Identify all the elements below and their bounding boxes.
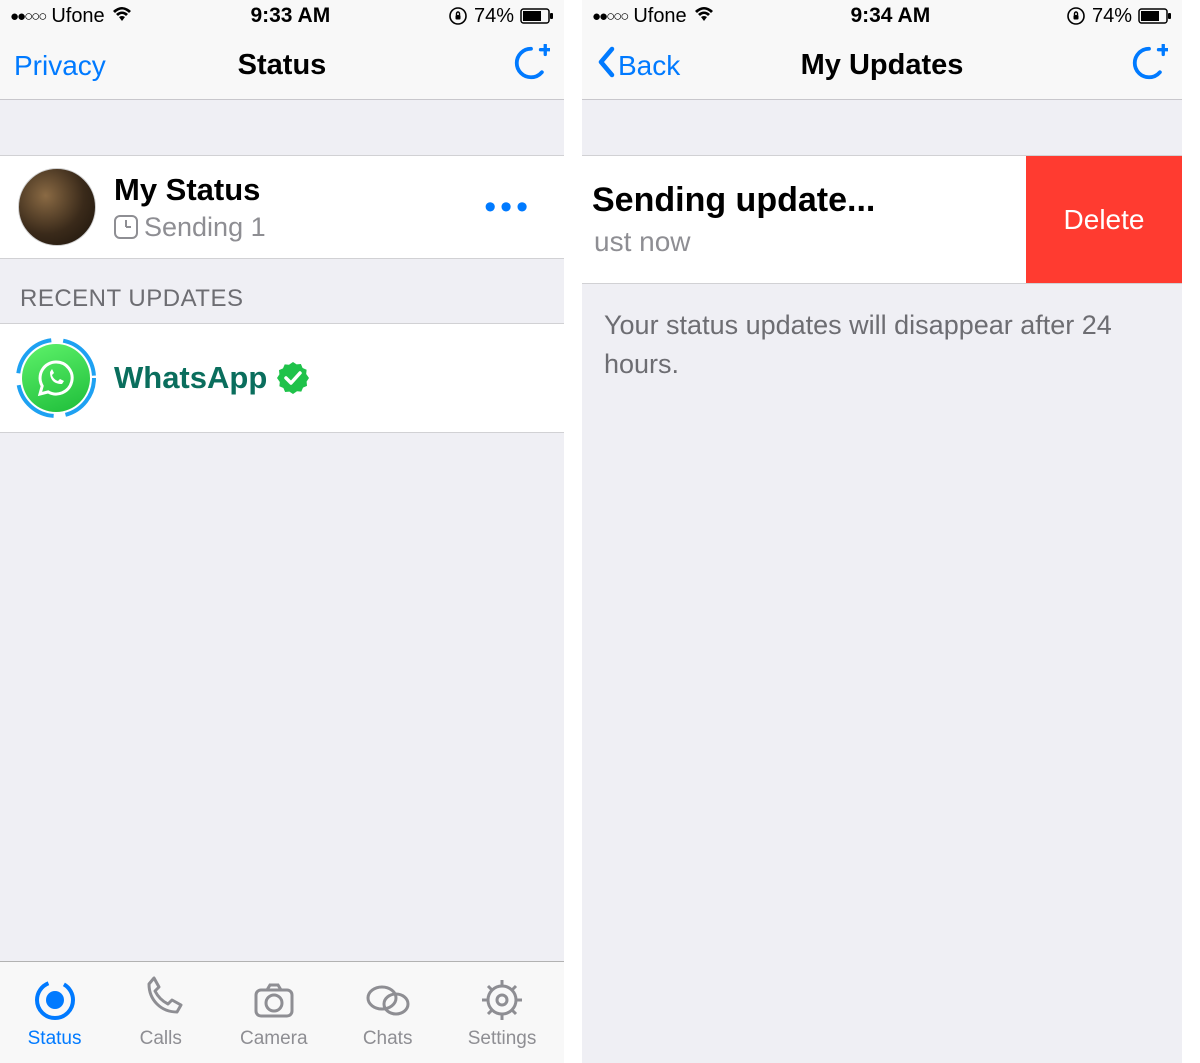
spacer xyxy=(582,100,1182,156)
status-bar-left: ●●○○○ Ufone xyxy=(10,5,133,28)
battery-percent-label: 74% xyxy=(474,5,514,28)
tab-calls-label: Calls xyxy=(140,1028,182,1050)
tab-status[interactable]: Status xyxy=(28,976,82,1050)
phone-icon xyxy=(137,976,185,1024)
recent-updates-header: RECENT UPDATES xyxy=(0,259,564,324)
my-status-row[interactable]: My Status Sending 1 ••• xyxy=(0,156,564,259)
body-fill xyxy=(582,406,1182,1063)
battery-percent-label: 74% xyxy=(1092,5,1132,28)
tab-camera-label: Camera xyxy=(240,1028,308,1050)
status-bar-right: 74% xyxy=(1066,5,1172,28)
battery-icon xyxy=(520,8,554,24)
clock-icon xyxy=(114,215,138,239)
compose-status-button[interactable] xyxy=(512,44,550,87)
status-update-content: Sending update... ust now xyxy=(582,156,996,283)
nav-bar: Privacy Status xyxy=(0,32,564,100)
back-button[interactable]: Back xyxy=(596,46,680,85)
status-ring xyxy=(14,336,98,420)
chevron-left-icon xyxy=(596,46,616,85)
spacer xyxy=(0,100,564,156)
my-status-sub-label: Sending 1 xyxy=(144,212,266,243)
rotation-lock-icon xyxy=(448,6,468,26)
status-compose-icon xyxy=(512,44,550,82)
status-compose-icon xyxy=(1130,44,1168,82)
status-update-subtitle: ust now xyxy=(582,226,996,258)
more-options-button[interactable]: ••• xyxy=(470,188,546,227)
recent-update-row[interactable]: WhatsApp xyxy=(0,324,564,433)
signal-strength-icon: ●●○○○ xyxy=(592,9,627,24)
my-status-title: My Status xyxy=(114,172,470,208)
battery-icon xyxy=(1138,8,1172,24)
compose-status-button[interactable] xyxy=(1130,44,1168,87)
chats-icon xyxy=(364,976,412,1024)
camera-icon xyxy=(250,976,298,1024)
status-update-row[interactable]: Sending update... ust now Delete xyxy=(582,156,1182,284)
delete-button[interactable]: Delete xyxy=(1026,156,1182,283)
my-status-subtitle: Sending 1 xyxy=(114,212,470,243)
tab-bar: Status Calls Camera Chats Settings xyxy=(0,961,564,1063)
back-label: Back xyxy=(618,50,680,82)
carrier-label: Ufone xyxy=(633,5,686,28)
signal-strength-icon: ●●○○○ xyxy=(10,9,45,24)
screen-status: ●●○○○ Ufone 9:33 AM 74% Privacy Status xyxy=(0,0,582,1063)
tab-chats-label: Chats xyxy=(363,1028,413,1050)
recent-name-label: WhatsApp xyxy=(114,360,267,396)
my-status-avatar xyxy=(18,168,96,246)
tab-status-label: Status xyxy=(28,1028,82,1050)
my-status-text: My Status Sending 1 xyxy=(114,172,470,243)
body-fill xyxy=(0,433,564,961)
screen-my-updates: ●●○○○ Ufone 9:34 AM 74% Back My Updates xyxy=(582,0,1182,1063)
tab-calls[interactable]: Calls xyxy=(137,976,185,1050)
verified-badge-icon xyxy=(277,362,309,394)
rotation-lock-icon xyxy=(1066,6,1086,26)
tab-settings-label: Settings xyxy=(468,1028,537,1050)
ios-status-bar: ●●○○○ Ufone 9:34 AM 74% xyxy=(582,0,1182,32)
wifi-icon xyxy=(111,5,133,28)
status-bar-right: 74% xyxy=(448,5,554,28)
carrier-label: Ufone xyxy=(51,5,104,28)
tab-chats[interactable]: Chats xyxy=(363,976,413,1050)
nav-bar: Back My Updates xyxy=(582,32,1182,100)
status-update-title: Sending update... xyxy=(592,181,875,220)
status-info-text: Your status updates will disappear after… xyxy=(582,284,1182,406)
clock-label: 9:33 AM xyxy=(250,4,330,28)
clock-label: 9:34 AM xyxy=(850,4,930,28)
wifi-icon xyxy=(693,5,715,28)
privacy-button[interactable]: Privacy xyxy=(14,50,106,82)
tab-settings[interactable]: Settings xyxy=(468,976,537,1050)
recent-update-name: WhatsApp xyxy=(114,360,550,396)
ios-status-bar: ●●○○○ Ufone 9:33 AM 74% xyxy=(0,0,564,32)
status-tab-icon xyxy=(31,976,79,1024)
tab-camera[interactable]: Camera xyxy=(240,976,308,1050)
status-bar-left: ●●○○○ Ufone xyxy=(592,5,715,28)
gear-icon xyxy=(478,976,526,1024)
